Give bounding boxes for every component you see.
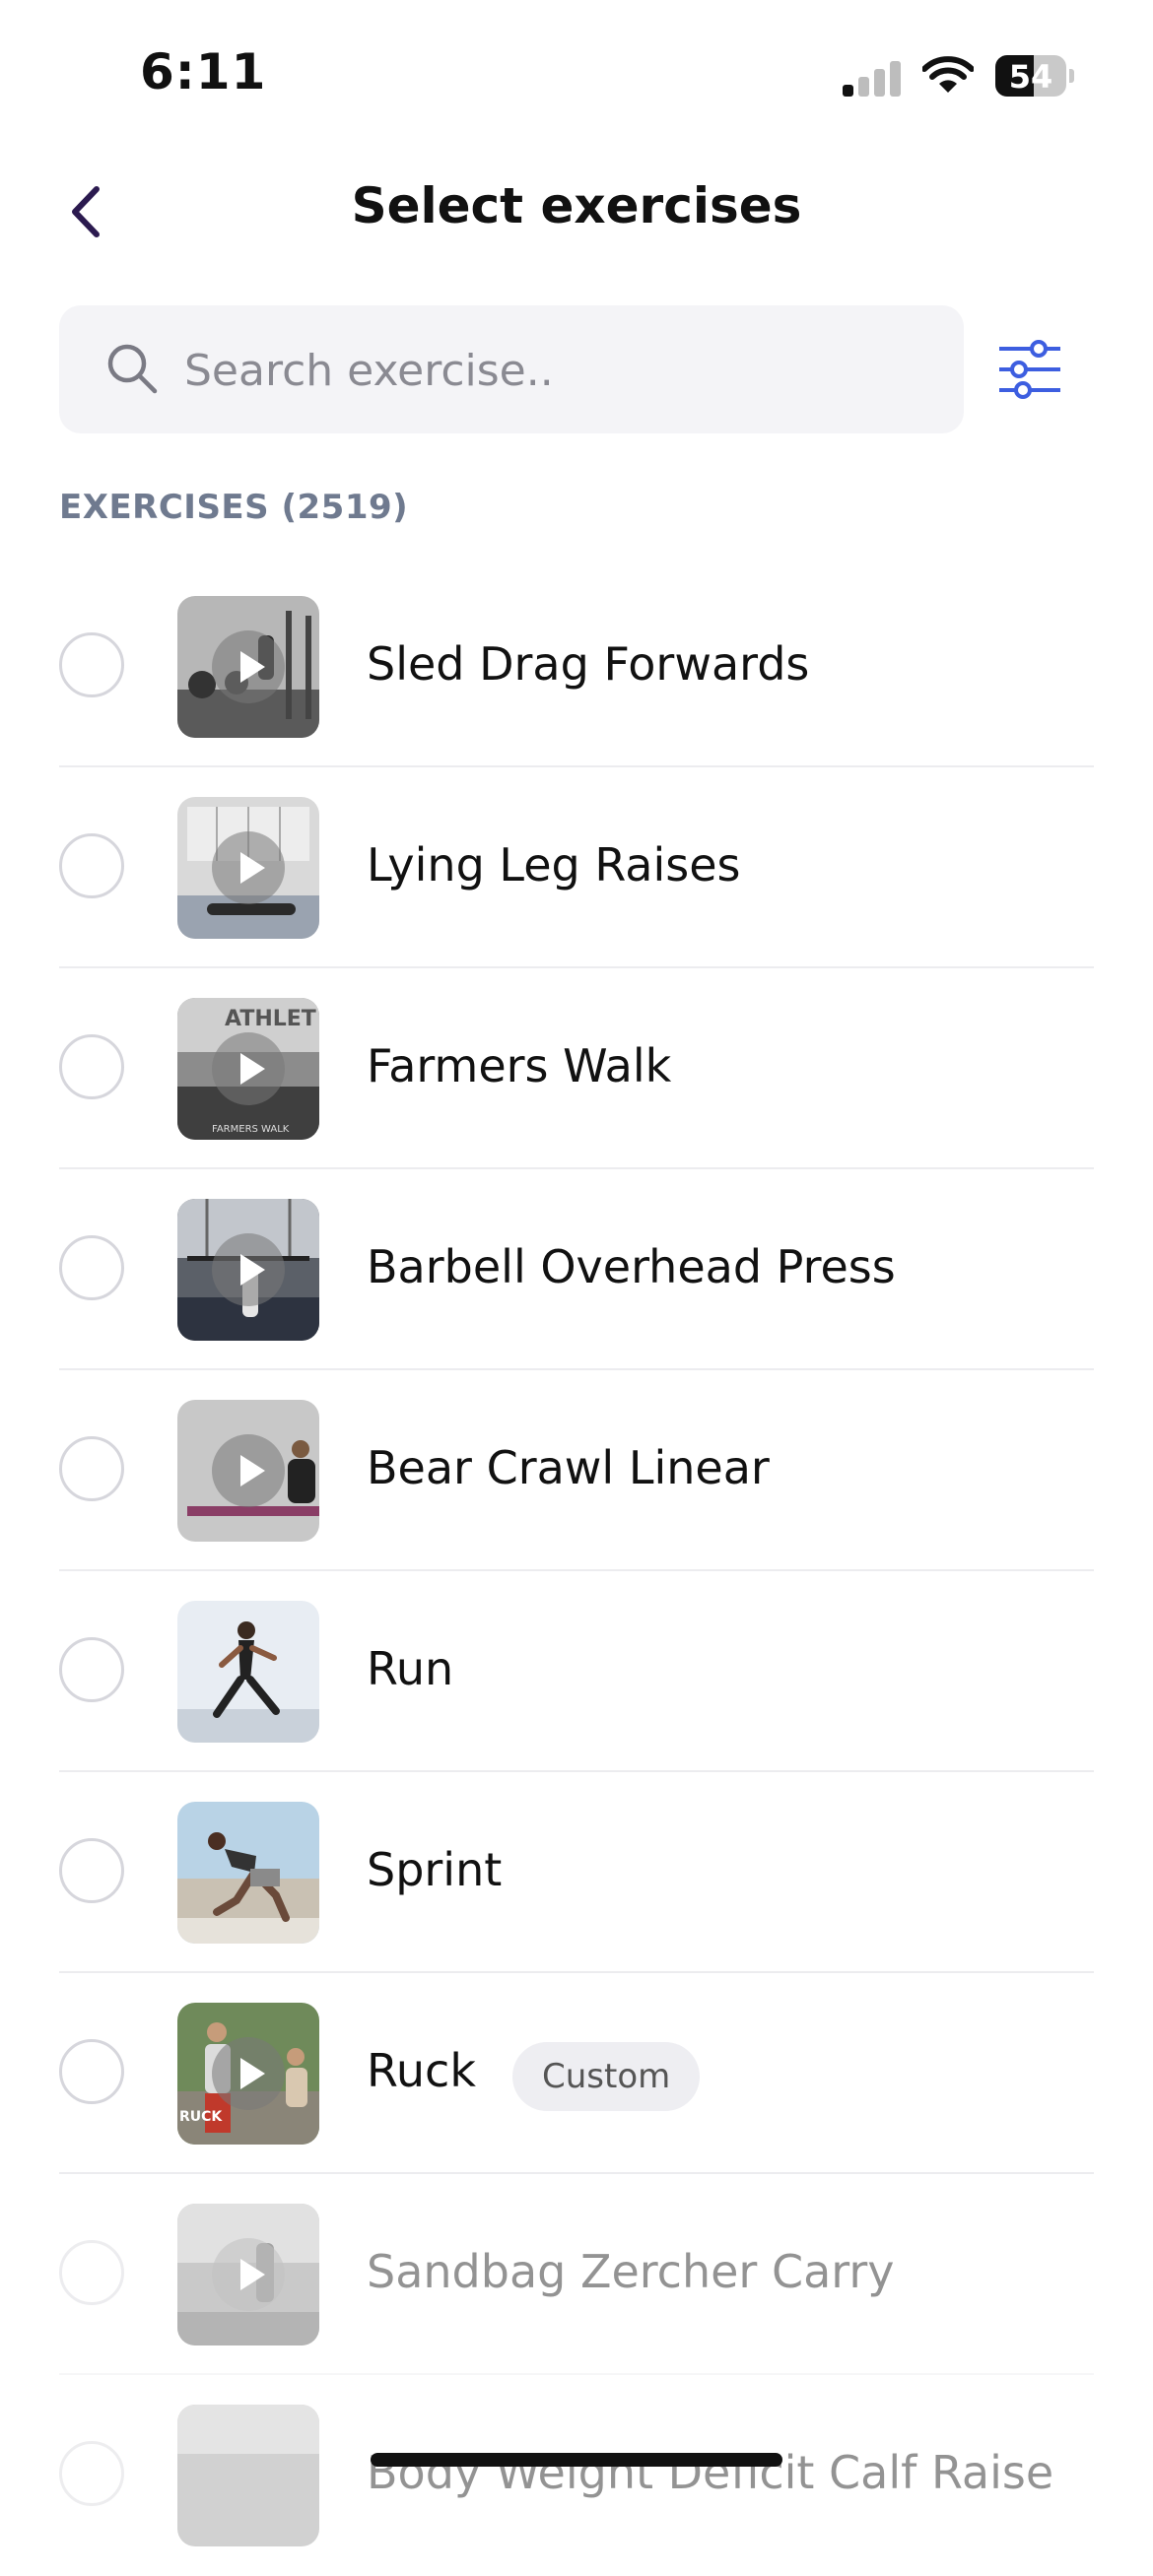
filter-button[interactable] bbox=[995, 335, 1064, 404]
thumbnail-text: ATHLET bbox=[225, 1007, 316, 1031]
exercise-row[interactable]: Run bbox=[0, 1571, 1153, 1772]
play-icon bbox=[212, 630, 285, 703]
exercises-count-label: EXERCISES (2519) bbox=[59, 488, 409, 527]
exercise-name: Lying Leg Raises bbox=[367, 838, 741, 892]
exercise-row[interactable]: RUCK Ruck Custom bbox=[0, 1973, 1153, 2174]
select-radio[interactable] bbox=[59, 833, 124, 898]
exercise-row[interactable]: Bear Crawl Linear bbox=[0, 1370, 1153, 1571]
exercise-row[interactable]: Sprint bbox=[0, 1772, 1153, 1973]
play-icon bbox=[212, 831, 285, 904]
exercise-row[interactable]: Sled Drag Forwards bbox=[0, 566, 1153, 767]
cellular-signal-icon bbox=[843, 57, 902, 97]
page-title: Select exercises bbox=[351, 177, 802, 234]
exercise-name: Run bbox=[367, 1642, 454, 1695]
exercise-row[interactable]: Barbell Overhead Press bbox=[0, 1169, 1153, 1370]
exercise-thumbnail bbox=[177, 596, 319, 738]
exercise-name: Sled Drag Forwards bbox=[367, 637, 810, 691]
exercise-row[interactable]: Body Weight Deficit Calf Raise bbox=[0, 2375, 1153, 2576]
play-icon bbox=[212, 1032, 285, 1105]
exercise-thumbnail: ATHLET FARMERS WALK bbox=[177, 998, 319, 1140]
status-bar: 6:11 54 bbox=[0, 0, 1153, 148]
exercise-name: Ruck bbox=[367, 2044, 476, 2097]
select-radio[interactable] bbox=[59, 1637, 124, 1702]
select-radio[interactable] bbox=[59, 2240, 124, 2305]
exercise-thumbnail bbox=[177, 2204, 319, 2345]
exercise-thumbnail bbox=[177, 1601, 319, 1743]
select-radio[interactable] bbox=[59, 2039, 124, 2104]
exercise-thumbnail bbox=[177, 1400, 319, 1542]
exercise-name: Bear Crawl Linear bbox=[367, 1441, 770, 1494]
select-radio[interactable] bbox=[59, 1838, 124, 1903]
home-indicator bbox=[371, 2453, 782, 2467]
battery-icon: 54 bbox=[995, 55, 1074, 97]
exercise-name: Barbell Overhead Press bbox=[367, 1240, 896, 1293]
select-radio[interactable] bbox=[59, 1235, 124, 1300]
play-icon bbox=[212, 2037, 285, 2110]
search-input[interactable] bbox=[182, 327, 935, 414]
thumbnail-caption: RUCK bbox=[179, 2109, 223, 2125]
wifi-icon bbox=[921, 55, 975, 95]
exercise-thumbnail bbox=[177, 2405, 319, 2546]
custom-badge: Custom bbox=[512, 2042, 701, 2111]
select-radio[interactable] bbox=[59, 2441, 124, 2506]
exercise-name: Farmers Walk bbox=[367, 1039, 672, 1092]
search-icon bbox=[107, 344, 158, 394]
exercise-thumbnail bbox=[177, 1199, 319, 1341]
exercise-name: Sandbag Zercher Carry bbox=[367, 2245, 895, 2298]
select-radio[interactable] bbox=[59, 1034, 124, 1099]
select-radio[interactable] bbox=[59, 632, 124, 697]
select-radio[interactable] bbox=[59, 1436, 124, 1501]
exercise-thumbnail: RUCK bbox=[177, 2003, 319, 2145]
thumbnail-caption: FARMERS WALK bbox=[212, 1124, 290, 1135]
exercise-name: Sprint bbox=[367, 1843, 503, 1896]
status-time: 6:11 bbox=[140, 43, 267, 100]
battery-percent: 54 bbox=[1008, 58, 1053, 96]
search-bar[interactable] bbox=[59, 305, 964, 433]
sliders-icon bbox=[999, 340, 1060, 399]
exercise-row[interactable]: ATHLET FARMERS WALK Farmers Walk bbox=[0, 968, 1153, 1169]
play-icon bbox=[212, 1233, 285, 1306]
exercise-thumbnail bbox=[177, 797, 319, 939]
play-icon bbox=[212, 2238, 285, 2311]
header: Select exercises bbox=[0, 148, 1153, 266]
exercise-row[interactable]: Sandbag Zercher Carry bbox=[0, 2174, 1153, 2375]
exercise-thumbnail bbox=[177, 1802, 319, 1944]
play-icon bbox=[212, 1434, 285, 1507]
exercise-row[interactable]: Lying Leg Raises bbox=[0, 767, 1153, 968]
